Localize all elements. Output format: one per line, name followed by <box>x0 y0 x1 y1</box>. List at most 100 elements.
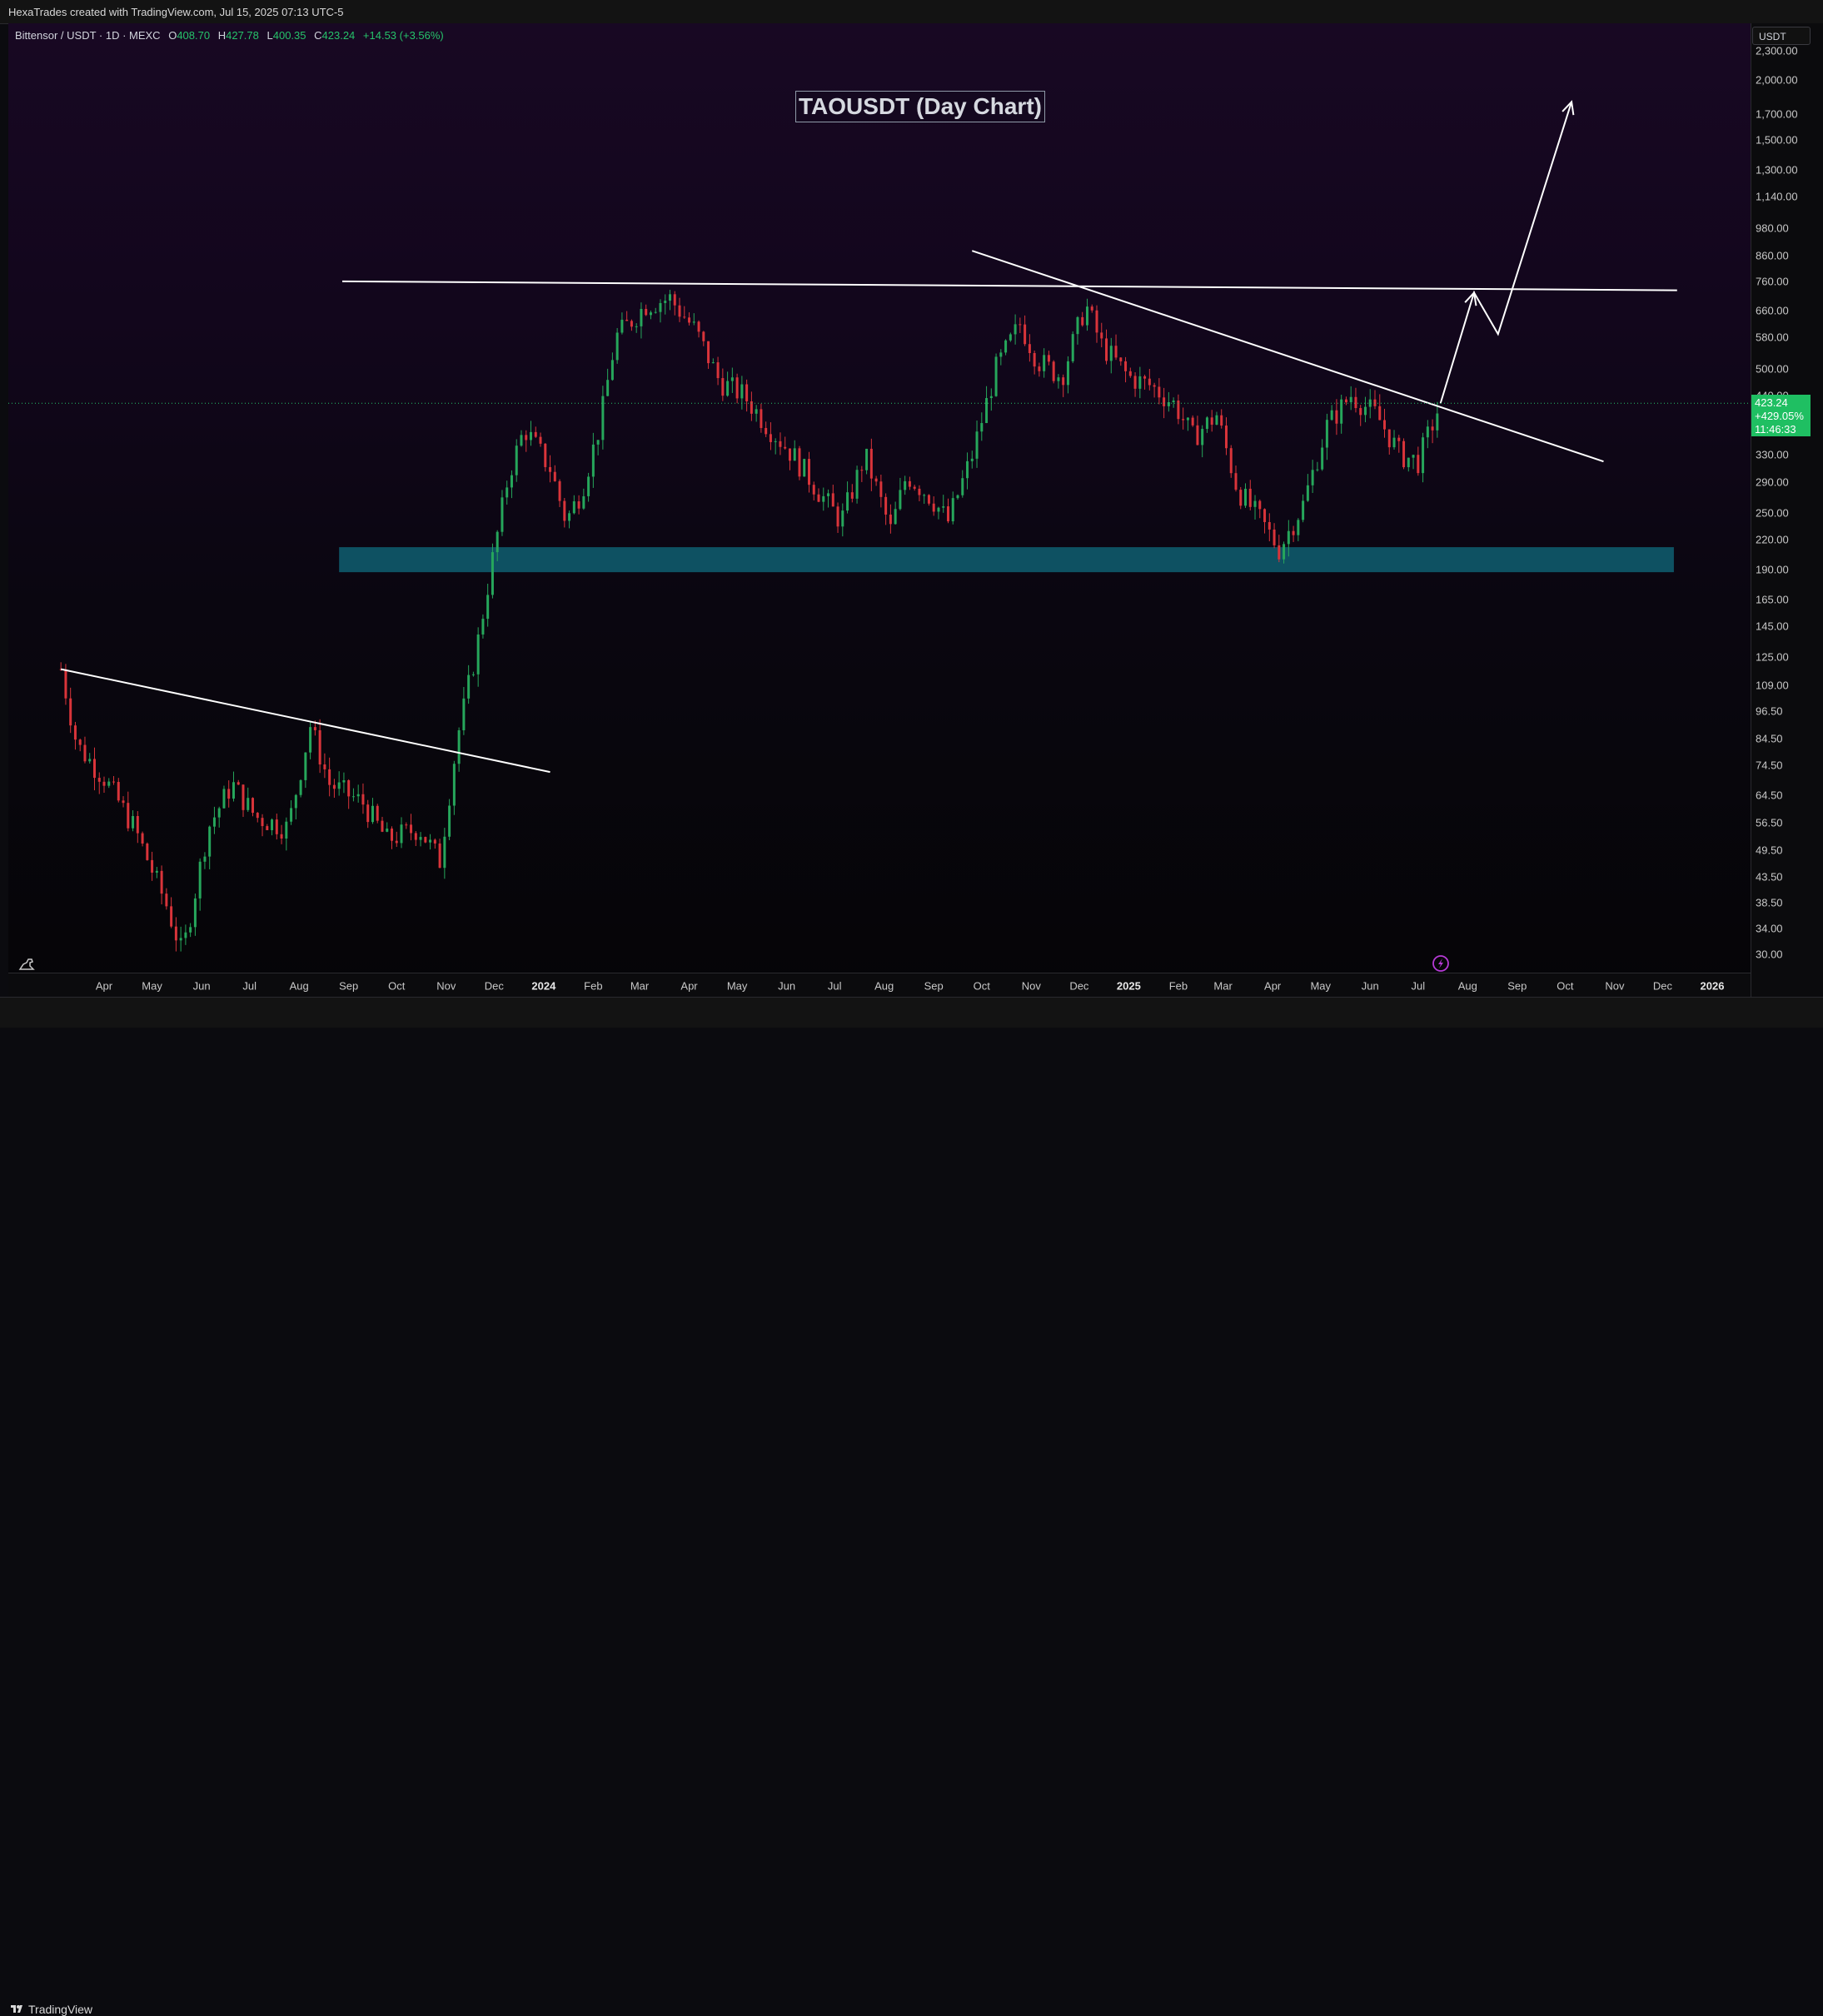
candle-body <box>510 475 513 488</box>
candle-body <box>1114 346 1118 358</box>
candle-body <box>481 619 485 635</box>
candle-body <box>78 739 82 745</box>
candle <box>501 490 504 536</box>
candle <box>678 297 681 322</box>
candle-body <box>606 380 610 396</box>
candle-body <box>726 381 730 396</box>
candle-body <box>812 485 815 495</box>
candle-body <box>572 501 575 514</box>
candle <box>1014 314 1017 345</box>
candle-body <box>827 493 830 496</box>
candle-body <box>673 294 676 306</box>
candle-body <box>601 396 605 441</box>
candle-body <box>985 398 989 424</box>
time-tick-label: May <box>142 979 162 993</box>
candle-body <box>587 476 590 496</box>
candle <box>673 291 676 316</box>
candle <box>97 772 101 794</box>
candle <box>217 806 221 828</box>
candle <box>841 503 844 537</box>
chart-canvas[interactable] <box>0 0 1823 1027</box>
candle-body <box>160 870 163 894</box>
candle <box>1349 386 1352 411</box>
candle <box>304 752 307 789</box>
candle <box>707 341 710 369</box>
candle <box>73 721 77 750</box>
currency-selector[interactable]: USDT <box>1752 27 1811 45</box>
candle-body <box>721 378 725 396</box>
candle <box>836 502 839 533</box>
candle-body <box>97 778 101 782</box>
candle-body <box>170 906 173 927</box>
candle <box>1397 435 1401 453</box>
time-tick-label: Jun <box>192 979 211 993</box>
candle-body <box>1354 396 1357 409</box>
candle-body <box>1133 376 1137 389</box>
candle <box>1172 397 1175 408</box>
candle-body <box>874 478 878 482</box>
candle <box>894 501 897 525</box>
candle <box>179 926 182 952</box>
candle-body <box>553 471 556 481</box>
low-value: 400.35 <box>272 29 306 42</box>
candle <box>850 484 854 503</box>
candle <box>961 470 964 498</box>
candle-body <box>692 321 695 323</box>
candle <box>889 504 892 534</box>
candle-body <box>1201 429 1204 446</box>
candle <box>193 894 197 936</box>
candle-body <box>1278 545 1281 560</box>
close-label: C <box>314 29 322 42</box>
candle-body <box>1191 417 1194 426</box>
candle-body <box>1158 386 1161 398</box>
projection-path <box>1439 101 1573 404</box>
time-tick-label: Jul <box>242 979 257 993</box>
candle-body <box>237 782 240 785</box>
time-tick-label: Apr <box>95 979 113 993</box>
candle <box>433 838 436 849</box>
candle <box>155 867 158 879</box>
candle-body <box>784 446 787 449</box>
candle <box>798 446 801 480</box>
candle-body <box>64 669 67 699</box>
candle-body <box>1090 306 1093 311</box>
open-label: O <box>168 29 177 42</box>
candle <box>927 494 930 506</box>
candle <box>956 494 959 500</box>
candle-body <box>913 486 916 489</box>
candle-body <box>1062 377 1065 386</box>
candle-body <box>1119 357 1123 361</box>
candle <box>620 312 624 335</box>
candle-body <box>438 843 441 869</box>
candle <box>803 458 806 477</box>
candle-body <box>745 384 749 401</box>
candle-body <box>563 500 566 521</box>
candle-body <box>1306 485 1309 501</box>
candle <box>438 839 441 869</box>
candle-body <box>1019 324 1022 326</box>
price-tick-label: 84.50 <box>1756 732 1783 745</box>
candle <box>745 379 749 412</box>
price-tick-label: 2,000.00 <box>1756 73 1798 87</box>
candle <box>146 842 149 861</box>
candle-body <box>1167 401 1170 406</box>
candle-body <box>894 509 897 525</box>
candle <box>515 439 518 482</box>
candle <box>760 403 763 433</box>
candle <box>549 455 552 483</box>
chart-title-annotation[interactable]: TAOUSDT (Day Chart) <box>795 91 1045 122</box>
price-tick-label: 580.00 <box>1756 331 1789 344</box>
candle-body <box>577 501 580 509</box>
candle-body <box>313 727 316 730</box>
candle-body <box>1263 509 1267 522</box>
time-tick-label: 2024 <box>531 979 556 993</box>
price-tick-label: 220.00 <box>1756 533 1789 546</box>
candle-body <box>1182 419 1185 421</box>
candle <box>405 822 408 829</box>
candle <box>1306 474 1309 502</box>
candle <box>1143 374 1147 390</box>
candle <box>635 323 638 333</box>
candle <box>1392 430 1396 450</box>
candle-body <box>1224 426 1228 449</box>
candle-body <box>1028 344 1031 354</box>
